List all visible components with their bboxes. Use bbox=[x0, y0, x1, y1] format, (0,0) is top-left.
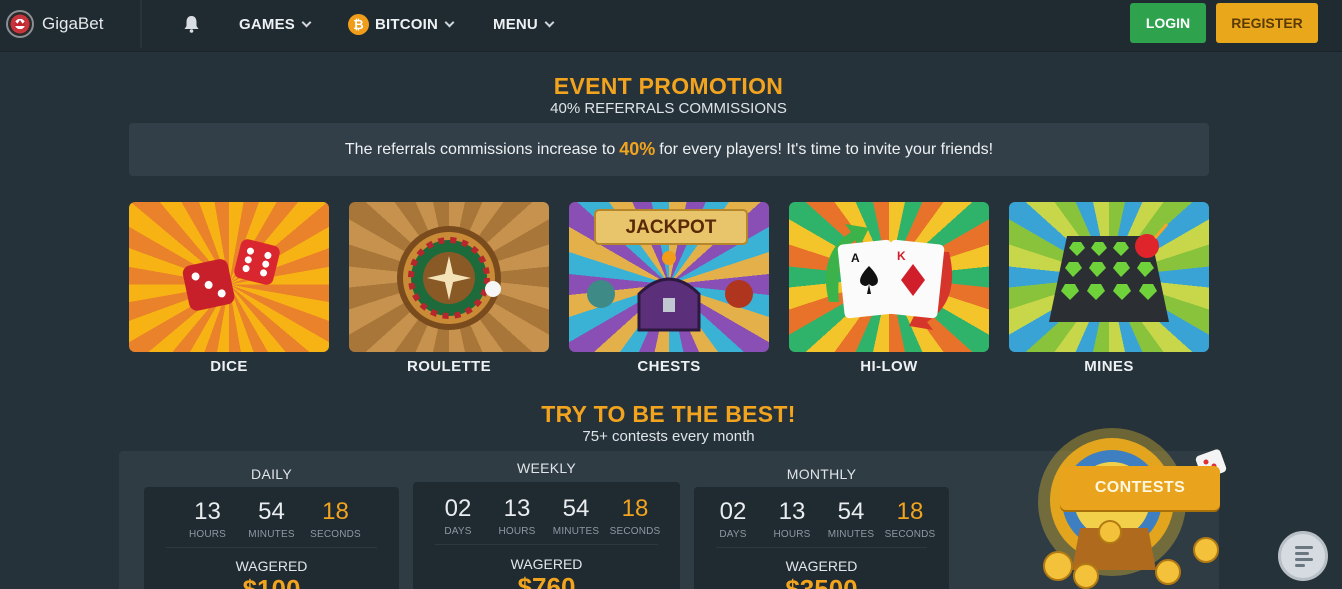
weekly-wagered-amount: $760 bbox=[517, 572, 576, 589]
treasure-chest-icon: JACKPOT bbox=[587, 209, 753, 332]
promotion-text-before: The referrals commissions increase to bbox=[344, 140, 616, 158]
roulette-wheel-icon bbox=[397, 226, 501, 330]
game-label-roulette[interactable]: ROULETTE bbox=[349, 358, 549, 375]
chevron-down-icon bbox=[444, 17, 455, 27]
crown-logo-icon bbox=[6, 10, 34, 38]
jackpot-banner: JACKPOT bbox=[626, 217, 717, 238]
game-tile-roulette[interactable] bbox=[349, 202, 549, 352]
nav-games-label: GAMES bbox=[239, 15, 296, 33]
bell-icon[interactable] bbox=[183, 15, 200, 33]
daily-seconds-caption: SECONDS bbox=[310, 529, 361, 540]
game-label-dice[interactable]: DICE bbox=[129, 358, 329, 375]
weekly-hours-value: 13 bbox=[503, 495, 531, 522]
nav-bitcoin[interactable]: ₿ BITCOIN bbox=[348, 0, 455, 48]
weekly-seconds-value: 18 bbox=[621, 495, 649, 522]
register-button[interactable]: REGISTER bbox=[1216, 3, 1318, 43]
svg-text:K: K bbox=[897, 249, 906, 263]
period-daily-label: DAILY bbox=[251, 466, 292, 482]
chat-icon-line bbox=[1295, 563, 1305, 567]
weekly-wagered-label: WAGERED bbox=[510, 556, 583, 572]
contest-daily-card[interactable]: 13 HOURS 54 MINUTES 18 SECONDS WAGERED $100 bbox=[144, 487, 399, 589]
weekly-days-caption: DAYS bbox=[444, 526, 472, 537]
nav-menu[interactable]: MENU bbox=[493, 0, 555, 48]
weekly-minutes-value: 54 bbox=[562, 495, 590, 522]
login-button[interactable]: LOGIN bbox=[1130, 3, 1206, 43]
monthly-hours-caption: HOURS bbox=[773, 529, 811, 540]
game-label-chests[interactable]: CHESTS bbox=[569, 358, 769, 375]
monthly-seconds-caption: SECONDS bbox=[884, 529, 936, 540]
svg-text:A: A bbox=[851, 251, 860, 265]
nav-bitcoin-label: BITCOIN bbox=[375, 15, 439, 33]
chat-icon-line bbox=[1295, 551, 1309, 555]
chevron-down-icon bbox=[544, 17, 555, 27]
chat-menu-button[interactable] bbox=[1278, 531, 1328, 581]
daily-hours-value: 13 bbox=[194, 498, 221, 525]
contests-badge[interactable]: CONTESTS bbox=[1060, 466, 1220, 510]
divider bbox=[716, 547, 927, 548]
contest-monthly-card[interactable]: 02 DAYS 13 HOURS 54 MINUTES 18 SECONDS WAGER… bbox=[694, 487, 949, 589]
divider bbox=[166, 547, 377, 548]
weekly-seconds-caption: SECONDS bbox=[609, 526, 661, 537]
contest-weekly-card[interactable]: 02 DAYS 13 HOURS 54 MINUTES 18 SECONDS WAGER… bbox=[413, 482, 680, 589]
weekly-minutes-caption: MINUTES bbox=[552, 526, 600, 537]
playing-cards-icon: A K bbox=[825, 224, 953, 330]
daily-minutes-value: 54 bbox=[258, 498, 285, 525]
game-tile-dice[interactable] bbox=[129, 202, 329, 352]
brand-name: GigaBet bbox=[42, 14, 104, 33]
promotion-subtitle: 40% REFERRALS COMMISSIONS bbox=[550, 100, 787, 117]
chat-icon-line bbox=[1295, 545, 1313, 549]
daily-hours-caption: HOURS bbox=[188, 529, 227, 540]
monthly-hours-value: 13 bbox=[778, 498, 806, 525]
daily-seconds-value: 18 bbox=[322, 498, 349, 525]
dice-icon bbox=[182, 239, 280, 311]
game-tile-chests[interactable]: JACKPOT bbox=[569, 202, 769, 352]
monthly-minutes-value: 54 bbox=[837, 498, 865, 525]
game-label-mines[interactable]: MINES bbox=[1009, 358, 1209, 375]
mines-grid-icon bbox=[1049, 223, 1169, 322]
promotion-banner: The referrals commissions increase to 40… bbox=[129, 123, 1209, 176]
daily-wagered-amount: $100 bbox=[242, 574, 301, 589]
daily-minutes-caption: MINUTES bbox=[248, 529, 295, 540]
monthly-wagered-amount: $3500 bbox=[785, 574, 858, 589]
bitcoin-icon: ₿ bbox=[348, 13, 369, 35]
promotion-highlight: 40% bbox=[619, 139, 656, 159]
weekly-days-value: 02 bbox=[444, 495, 472, 522]
chat-icon-line bbox=[1295, 557, 1313, 561]
monthly-minutes-caption: MINUTES bbox=[827, 529, 875, 540]
period-monthly-label: MONTHLY bbox=[786, 466, 857, 482]
monthly-days-caption: DAYS bbox=[719, 529, 747, 540]
period-weekly-label: WEEKLY bbox=[516, 460, 577, 476]
monthly-wagered-label: WAGERED bbox=[785, 558, 858, 574]
nav-games[interactable]: GAMES bbox=[239, 0, 312, 48]
top-navbar: GigaBet GAMES ₿ BITCOIN MENU LOGIN REGIS… bbox=[0, 0, 1342, 52]
divider bbox=[435, 544, 658, 545]
game-tile-mines[interactable] bbox=[1009, 202, 1209, 352]
chevron-down-icon bbox=[301, 17, 312, 27]
promotion-text-after: for every players! It's time to invite y… bbox=[659, 140, 994, 158]
daily-wagered-label: WAGERED bbox=[235, 558, 308, 574]
nav-menu-label: MENU bbox=[493, 15, 538, 33]
weekly-hours-caption: HOURS bbox=[498, 526, 536, 537]
game-tile-hi-low[interactable]: A K bbox=[789, 202, 989, 352]
promotion-title: EVENT PROMOTION bbox=[553, 73, 784, 99]
brand-link[interactable]: GigaBet bbox=[0, 0, 142, 48]
game-label-hi-low[interactable]: HI-LOW bbox=[789, 358, 989, 375]
monthly-days-value: 02 bbox=[719, 498, 747, 525]
monthly-seconds-value: 18 bbox=[896, 498, 924, 525]
